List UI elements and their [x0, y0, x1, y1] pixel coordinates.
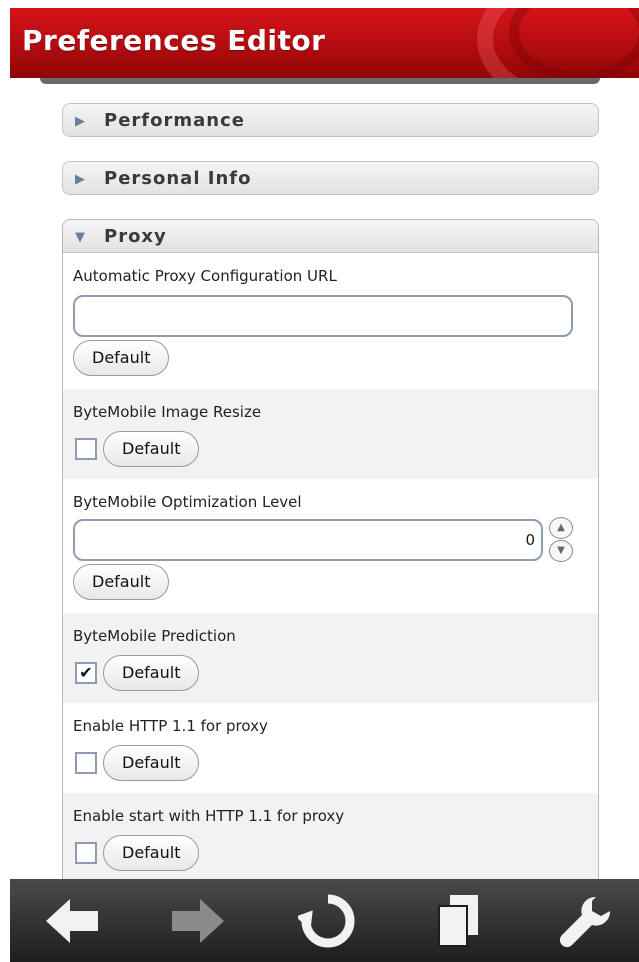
optimization-level-input[interactable]: 0: [73, 519, 543, 561]
section-label: Proxy: [104, 226, 167, 247]
wrench-icon[interactable]: [556, 891, 616, 951]
pref-label: ByteMobile Optimization Level: [73, 493, 302, 511]
pref-enable-http11-proxy: Enable HTTP 1.1 for proxy Default: [63, 703, 598, 793]
section-label: Performance: [104, 110, 245, 131]
reload-icon[interactable]: [298, 891, 358, 951]
default-button[interactable]: Default: [103, 835, 200, 871]
prediction-checkbox[interactable]: ✔: [75, 662, 97, 684]
default-button[interactable]: Default: [73, 340, 170, 376]
expand-triangle-icon: ▶: [75, 172, 85, 187]
back-arrow-icon[interactable]: [42, 891, 102, 951]
start-http11-proxy-checkbox[interactable]: [75, 842, 97, 864]
pref-bytemobile-optimization-level: ByteMobile Optimization Level 0 ▲ ▼ Defa…: [63, 479, 598, 613]
pref-label: Enable start with HTTP 1.1 for proxy: [73, 807, 345, 825]
auto-proxy-url-input[interactable]: [73, 295, 573, 337]
default-button[interactable]: Default: [103, 745, 200, 781]
pref-label: ByteMobile Image Resize: [73, 403, 262, 421]
collapse-triangle-icon: ▼: [75, 230, 85, 245]
default-button[interactable]: Default: [73, 564, 170, 600]
default-button[interactable]: Default: [103, 431, 200, 467]
forward-arrow-icon[interactable]: [168, 891, 228, 951]
expand-triangle-icon: ▶: [75, 114, 85, 129]
section-personal-info[interactable]: ▶ Personal Info: [62, 161, 599, 195]
page-title: Preferences Editor: [22, 24, 326, 57]
bottom-toolbar: [10, 879, 639, 962]
section-proxy: ▼ Proxy Automatic Proxy Configuration UR…: [62, 219, 599, 919]
pref-label: Enable HTTP 1.1 for proxy: [73, 717, 268, 735]
collapsed-section-edge: [40, 78, 600, 84]
pref-label: ByteMobile Prediction: [73, 627, 236, 645]
pref-label: Automatic Proxy Configuration URL: [73, 267, 337, 285]
optimization-level-stepper: ▲ ▼: [549, 517, 575, 563]
section-label: Personal Info: [104, 168, 252, 189]
title-bar: Preferences Editor: [10, 8, 639, 78]
pref-bytemobile-prediction: ByteMobile Prediction ✔ Default: [63, 613, 598, 703]
image-resize-checkbox[interactable]: [75, 438, 97, 460]
pref-auto-proxy-url: Automatic Proxy Configuration URL Defaul…: [63, 253, 598, 389]
stepper-up-icon[interactable]: ▲: [549, 517, 573, 539]
tabs-icon[interactable]: [428, 891, 488, 951]
pref-bytemobile-image-resize: ByteMobile Image Resize Default: [63, 389, 598, 479]
section-proxy-header[interactable]: ▼ Proxy: [63, 220, 598, 253]
app-frame: Preferences Editor ▶ Performance ▶ Perso…: [0, 0, 639, 962]
http11-proxy-checkbox[interactable]: [75, 752, 97, 774]
default-button[interactable]: Default: [103, 655, 200, 691]
section-performance[interactable]: ▶ Performance: [62, 103, 599, 137]
stepper-down-icon[interactable]: ▼: [549, 540, 573, 562]
